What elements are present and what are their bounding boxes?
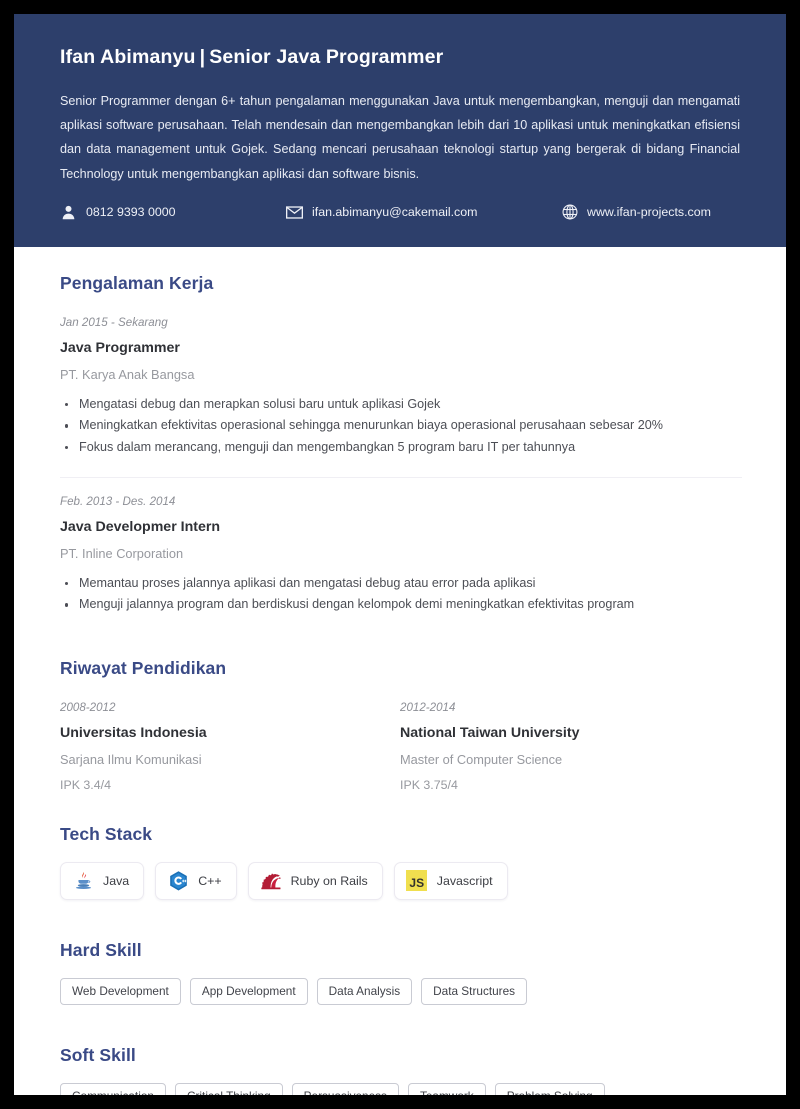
tech-chip-label: Javascript [436,873,493,888]
javascript-badge-text: JS [409,876,425,891]
experience-company: PT. Inline Corporation [60,545,184,561]
hard-skill-tag[interactable]: Data Analysis [316,977,413,1005]
soft-skill-tag[interactable]: Teamwork [407,1082,486,1095]
resume-header: Ifan Abimanyu | Senior Java Programmer Sen… [14,14,786,247]
soft-skill-tag[interactable]: Critical Thinking [174,1082,283,1095]
envelope-icon [286,204,303,221]
experience-bullet: Meningkatkan efektivitas operasional seh… [60,415,740,437]
education-school: Universitas Indonesia [60,724,207,741]
education-gpa: IPK 3.4/4 [60,777,111,792]
tech-chip-java[interactable]: Java [60,861,145,900]
experience-role: Java Developmer Intern [60,518,221,535]
experience-entry: Jan 2015 - Sekarang Java Programmer PT. … [60,316,740,459]
education-date: 2012-2014 [400,700,456,714]
experience-date: Jan 2015 - Sekarang [60,315,168,329]
page-title: Ifan Abimanyu | Senior Java Programmer [60,46,740,69]
resume-body: Pengalaman Kerja Jan 2015 - Sekarang Jav… [14,247,786,1095]
section-education: Riwayat Pendidikan 2008-2012 Universitas… [60,658,740,792]
education-school: National Taiwan University [400,724,580,741]
tech-chip-javascript[interactable]: JS Javascript [393,861,508,900]
section-title-education: Riwayat Pendidikan [60,657,227,678]
soft-skill-tag[interactable]: Persuasiveness [291,1082,399,1095]
java-coffee-cup-icon [72,870,94,892]
person-icon [60,204,77,221]
professional-summary: Senior Programmer dengan 6+ tahun pengal… [60,94,740,181]
section-title-tech-stack: Tech Stack [60,823,153,844]
education-entry: 2008-2012 Universitas Indonesia Sarjana … [60,701,400,792]
hard-skill-tag[interactable]: Data Structures [421,977,528,1005]
contact-email[interactable]: ifan.abimanyu@cakemail.com [286,204,561,221]
tech-chip-label: C++ [198,873,222,888]
contact-website[interactable]: www.ifan-projects.com [561,204,711,221]
experience-bullet: Memantau proses jalannya aplikasi dan me… [60,573,740,595]
resume-document: Ifan Abimanyu | Senior Java Programmer Sen… [14,14,786,1095]
section-hard-skill: Hard Skill Web Development App Developme… [60,940,740,1005]
experience-bullets: Memantau proses jalannya aplikasi dan me… [60,573,740,616]
education-gpa: IPK 3.75/4 [400,777,458,792]
section-experience: Pengalaman Kerja Jan 2015 - Sekarang Jav… [60,272,742,616]
experience-role: Java Programmer [60,339,180,356]
rails-icon [260,870,282,892]
javascript-badge-icon: JS [406,870,428,892]
soft-skill-tag[interactable]: Problem Solving [494,1082,605,1095]
hard-skill-tags: Web Development App Development Data Ana… [60,977,740,1005]
experience-bullet: Menguji jalannya program dan berdiskusi … [60,594,740,616]
section-soft-skill: Soft Skill Communication Critical Thinki… [60,1045,740,1095]
contact-website-value: www.ifan-projects.com [587,205,711,220]
education-grid: 2008-2012 Universitas Indonesia Sarjana … [60,701,740,792]
education-date: 2008-2012 [60,700,116,714]
tech-stack-row: Java C++ Ruby on Rails JS Javascript [60,861,740,900]
experience-bullets: Mengatasi debug dan merapkan solusi baru… [60,394,740,459]
experience-company: PT. Karya Anak Bangsa [60,366,195,382]
globe-icon [561,204,578,221]
tech-chip-cpp[interactable]: C++ [155,861,237,900]
section-title-hard-skill: Hard Skill [60,939,142,960]
contact-phone-value: 0812 9393 0000 [86,205,176,220]
tech-chip-ruby-on-rails[interactable]: Ruby on Rails [247,861,383,900]
soft-skill-tag[interactable]: Communication [60,1082,166,1095]
contact-row: 0812 9393 0000 ifan.abimanyu@cakemail.co… [60,204,740,221]
education-entry: 2012-2014 National Taiwan University Mas… [400,701,740,792]
experience-bullet: Fokus dalam merancang, menguji dan menge… [60,437,740,459]
title-separator: | [199,46,206,68]
candidate-job-title: Senior Java Programmer [209,46,444,68]
candidate-name: Ifan Abimanyu [60,46,196,68]
contact-email-value: ifan.abimanyu@cakemail.com [312,205,478,220]
education-degree: Sarjana Ilmu Komunikasi [60,751,202,767]
hard-skill-tag[interactable]: App Development [189,977,308,1005]
experience-date: Feb. 2013 - Des. 2014 [60,494,176,508]
contact-phone[interactable]: 0812 9393 0000 [60,204,286,221]
hard-skill-tag[interactable]: Web Development [60,977,181,1005]
entry-divider [60,476,742,478]
cpp-hexagon-icon [167,870,189,892]
section-tech-stack: Tech Stack Java C++ Ruby on Rails JS Jav… [60,824,740,900]
section-title-soft-skill: Soft Skill [60,1044,136,1065]
soft-skill-tags: Communication Critical Thinking Persuasi… [60,1082,740,1095]
experience-bullet: Mengatasi debug dan merapkan solusi baru… [60,394,740,416]
tech-chip-label: Java [103,873,130,888]
education-degree: Master of Computer Science [400,751,563,767]
tech-chip-label: Ruby on Rails [290,873,368,888]
section-title-experience: Pengalaman Kerja [60,272,214,293]
experience-entry: Feb. 2013 - Des. 2014 Java Developmer In… [60,495,740,616]
